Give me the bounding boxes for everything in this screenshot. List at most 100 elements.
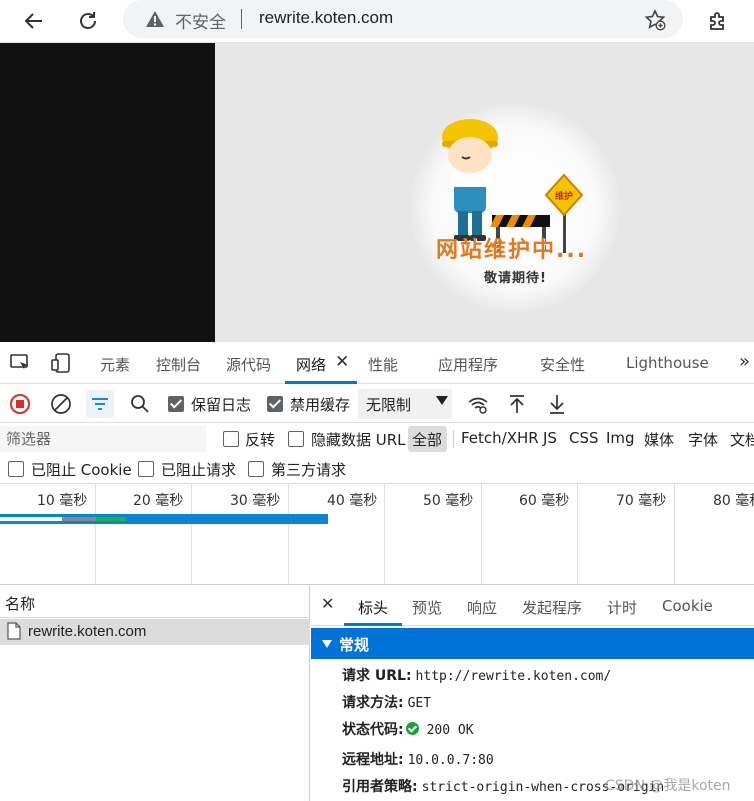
tab-timing[interactable]: 计时 <box>607 597 637 618</box>
reload-button[interactable] <box>70 3 106 39</box>
maintenance-illustration: 维护 <box>442 119 584 253</box>
third-party-checkbox[interactable] <box>248 461 264 477</box>
name-column-header[interactable]: 名称 <box>0 586 310 618</box>
tab-security[interactable]: 安全性 <box>540 354 585 375</box>
tab-sources[interactable]: 源代码 <box>226 354 271 375</box>
throttling-select[interactable]: 无限制 <box>358 389 452 419</box>
timeline-tick-label: 80 毫秒 <box>713 493 754 509</box>
throttling-value: 无限制 <box>366 396 412 414</box>
blocked-cookies-label[interactable]: 已阻止 Cookie <box>31 459 132 480</box>
watermark: CSDN @我是koten <box>605 778 731 794</box>
back-button[interactable] <box>16 3 52 39</box>
tab-headers[interactable]: 标头 <box>358 597 388 618</box>
device-toolbar-icon[interactable] <box>50 352 72 374</box>
tab-response[interactable]: 响应 <box>467 597 497 618</box>
filter-button[interactable] <box>86 390 114 418</box>
hide-data-urls-label[interactable]: 隐藏数据 URL <box>311 429 406 450</box>
puzzle-icon <box>710 12 724 30</box>
timeline-tick-label: 30 毫秒 <box>230 493 281 509</box>
third-party-label[interactable]: 第三方请求 <box>271 459 346 480</box>
timeline-gridline <box>384 484 385 584</box>
tab-preview[interactable]: 预览 <box>412 597 442 618</box>
close-details-icon[interactable]: ✕ <box>321 594 334 613</box>
disable-cache-checkbox[interactable] <box>267 396 283 412</box>
details-tabbar: ✕ 标头 预览 响应 发起程序 计时 Cookie <box>311 586 754 626</box>
export-har-button[interactable] <box>543 390 571 418</box>
tab-application[interactable]: 应用程序 <box>438 354 498 375</box>
timing-segment-queue <box>0 517 62 521</box>
inspect-element-icon[interactable] <box>9 352 31 374</box>
status-ok-icon <box>405 721 419 735</box>
address-divider <box>241 9 242 29</box>
record-button[interactable] <box>6 390 34 418</box>
security-label[interactable]: 不安全 <box>175 8 226 33</box>
type-filter-divider <box>453 430 454 448</box>
black-panel <box>0 43 215 342</box>
filter-input[interactable] <box>0 426 206 452</box>
blocked-requests-label[interactable]: 已阻止请求 <box>161 459 236 480</box>
tab-elements[interactable]: 元素 <box>100 354 130 375</box>
page-viewport: 维护 网站维护中... 敬请期待! <box>0 43 754 342</box>
dropdown-caret-icon <box>436 396 448 405</box>
blocked-cookies-checkbox[interactable] <box>8 461 24 477</box>
request-method-row: 请求方法: GET <box>342 692 431 712</box>
more-tabs-icon[interactable]: » <box>739 351 750 372</box>
clear-icon <box>51 394 71 414</box>
tab-network[interactable]: 网络 <box>296 354 326 375</box>
filter-icon <box>92 398 108 410</box>
type-filter-font[interactable]: 字体 <box>688 429 718 450</box>
clear-button[interactable] <box>47 390 75 418</box>
tab-initiator[interactable]: 发起程序 <box>522 597 582 618</box>
blocked-requests-checkbox[interactable] <box>138 461 154 477</box>
general-section-header[interactable]: 常规 <box>311 628 754 659</box>
preserve-log-label[interactable]: 保留日志 <box>191 394 251 415</box>
request-list: 名称 rewrite.koten.com <box>0 586 310 801</box>
invert-label[interactable]: 反转 <box>245 429 275 450</box>
tab-console[interactable]: 控制台 <box>156 354 201 375</box>
timeline-gridline <box>577 484 578 584</box>
timeline-gridline <box>95 484 96 584</box>
url-text[interactable]: rewrite.koten.com <box>259 8 393 28</box>
timing-segment-stalled <box>62 517 96 521</box>
close-tab-icon[interactable]: ✕ <box>335 352 349 372</box>
address-bar[interactable]: 不安全 rewrite.koten.com <box>123 0 683 38</box>
status-code-key: 状态代码: <box>342 722 404 738</box>
warning-icon[interactable] <box>145 9 165 29</box>
active-details-tab-indicator <box>344 623 402 626</box>
type-filter-fetch-xhr[interactable]: Fetch/XHR <box>461 429 539 447</box>
timeline-tick-label: 20 毫秒 <box>133 493 184 509</box>
timeline-gridline <box>481 484 482 584</box>
status-code-row: 状态代码: 200 OK <box>342 719 474 739</box>
document-icon <box>7 622 21 640</box>
preserve-log-checkbox[interactable] <box>168 396 184 412</box>
tab-cookies[interactable]: Cookie <box>662 597 713 615</box>
type-filter-js[interactable]: JS <box>543 429 557 447</box>
extensions-button[interactable] <box>700 3 736 39</box>
tab-lighthouse[interactable]: Lighthouse <box>626 354 709 372</box>
remote-address-row: 远程地址: 10.0.0.7:80 <box>342 749 494 769</box>
add-favorite-icon[interactable] <box>643 8 667 32</box>
network-conditions-button[interactable] <box>464 390 492 418</box>
type-filter-media[interactable]: 媒体 <box>644 429 674 450</box>
back-arrow-icon <box>24 13 42 29</box>
type-filter-img[interactable]: Img <box>606 429 635 447</box>
timeline-overview[interactable]: 10 毫秒 20 毫秒 30 毫秒 40 毫秒 50 毫秒 60 毫秒 70 毫… <box>0 484 754 585</box>
table-row[interactable]: rewrite.koten.com <box>0 619 310 645</box>
sign-text: 维护 <box>555 190 573 202</box>
timeline-tick-label: 70 毫秒 <box>616 493 667 509</box>
name-header-label: 名称 <box>5 595 36 613</box>
search-button[interactable] <box>126 390 154 418</box>
hide-data-urls-checkbox[interactable] <box>288 431 304 447</box>
request-method-value: GET <box>407 696 432 711</box>
tab-performance[interactable]: 性能 <box>368 354 398 375</box>
referrer-policy-key: 引用者策略: <box>342 779 418 795</box>
disable-cache-label[interactable]: 禁用缓存 <box>290 394 350 415</box>
devtools-tabbar: 元素 控制台 源代码 网络 ✕ 性能 应用程序 安全性 Lighthouse » <box>0 342 754 384</box>
type-filter-doc[interactable]: 文档 <box>730 429 754 450</box>
import-har-button[interactable] <box>503 390 531 418</box>
invert-checkbox[interactable] <box>223 431 239 447</box>
download-icon <box>550 395 564 414</box>
timeline-gridline <box>288 484 289 584</box>
type-filter-all[interactable]: 全部 <box>412 429 442 450</box>
type-filter-css[interactable]: CSS <box>569 429 599 447</box>
